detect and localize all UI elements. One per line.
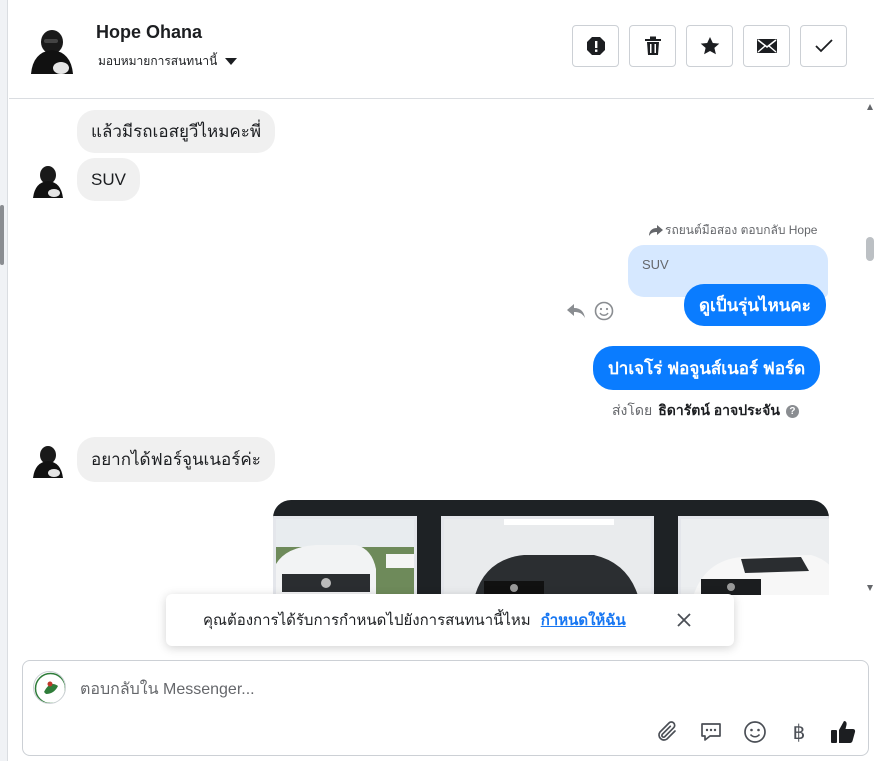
like-button[interactable] [830,719,856,745]
exclamation-icon [586,37,605,55]
contact-avatar[interactable] [27,22,77,74]
incoming-message[interactable]: อยากได้ฟอร์จูนเนอร์ค่ะ [77,437,275,482]
scroll-down-arrow-icon[interactable] [867,585,873,591]
smiley-icon [744,721,766,743]
close-icon [677,613,691,627]
thumbs-up-icon [831,721,856,743]
contact-avatar-small [31,442,65,478]
payment-button[interactable]: ฿ [786,719,812,745]
envelope-icon [756,39,777,53]
left-scrollbar[interactable] [0,0,8,761]
mark-unread-button[interactable] [743,25,790,67]
incoming-message[interactable]: แล้วมีรถเอสยูวีไหมคะพี่ [77,110,276,153]
car-photo[interactable] [273,516,417,595]
sent-by-prefix: ส่งโดย [612,402,653,418]
reply-icon[interactable] [566,302,586,320]
delete-button[interactable] [629,25,676,67]
star-button[interactable] [686,25,733,67]
incoming-message[interactable]: SUV [77,158,140,201]
reply-indicator-text: รถยนต์มือสอง ตอบกลับ Hope [665,223,818,237]
reply-input[interactable] [80,675,780,705]
car-photo[interactable] [441,516,654,595]
scroll-up-arrow-icon[interactable] [867,104,873,110]
speech-bubble-icon [701,723,721,741]
image-attachment-gallery[interactable] [273,500,829,595]
message-thread[interactable]: แล้วมีรถเอสยูวีไหมคะพี่ SUV รถยนต์มือสอง… [9,100,865,595]
assign-prompt-text: คุณต้องการได้รับการกำหนดไปยังการสนทนานี้… [203,612,531,629]
sent-by-name: ธิดารัตน์ อาจประจัน [658,402,780,418]
mark-done-button[interactable] [800,25,847,67]
outgoing-message[interactable]: ดูเป็นรุ่นไหนคะ [684,284,826,326]
saved-replies-button[interactable] [698,719,724,745]
page-avatar [33,671,66,704]
assign-label: มอบหมายการสนทนานี้ [98,54,218,68]
trash-icon [644,36,661,55]
composer-tools: ฿ [654,719,856,745]
baht-icon: ฿ [792,721,806,744]
contact-name[interactable]: Hope Ohana [96,22,202,43]
caret-down-icon [225,58,238,65]
assign-prompt-toast: คุณต้องการได้รับการกำหนดไปยังการสนทนานี้… [166,594,734,646]
assign-to-me-link[interactable]: กำหนดให้ฉัน [541,608,626,632]
reply-arrow-icon [649,224,663,236]
reply-indicator: รถยนต์มือสอง ตอบกลับ Hope [649,221,817,240]
star-icon [700,37,719,55]
close-toast-button[interactable] [674,610,694,630]
conversation-header: Hope Ohana มอบหมายการสนทนานี้ [9,0,874,99]
left-scroll-thumb[interactable] [0,205,4,265]
mark-spam-button[interactable] [572,25,619,67]
contact-avatar-small [31,162,65,198]
outgoing-message[interactable]: ปาเจโร่ ฟอจูนส์เนอร์ ฟอร์ด [593,346,821,390]
sent-by-line: ส่งโดย ธิดารัตน์ อาจประจัน ? [612,400,799,422]
check-icon [814,39,833,53]
reply-composer: ฿ [22,660,869,756]
info-icon[interactable]: ? [785,404,799,418]
attach-button[interactable] [654,719,680,745]
right-scroll-thumb[interactable] [866,237,874,261]
assign-dropdown[interactable]: มอบหมายการสนทนานี้ [98,52,238,71]
smiley-react-icon[interactable] [594,301,614,321]
header-actions [572,25,847,67]
right-scrollbar[interactable] [865,100,874,595]
paperclip-icon [658,721,676,741]
message-tools [566,301,614,321]
car-photo[interactable] [678,516,829,595]
emoji-button[interactable] [742,719,768,745]
